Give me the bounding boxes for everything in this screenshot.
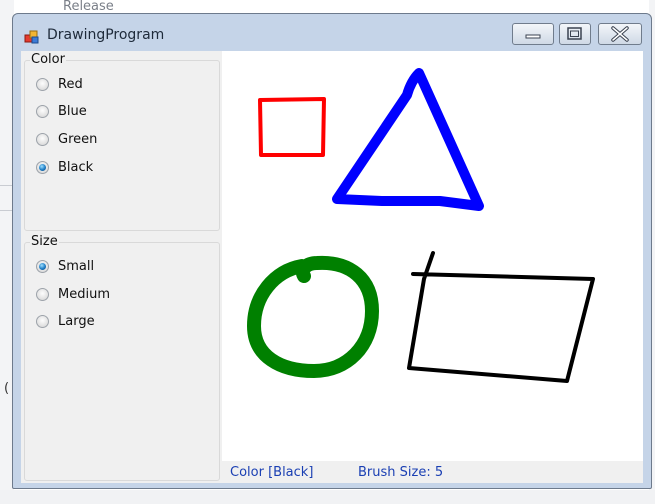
background-paren-text: ( xyxy=(4,381,10,396)
radio-button[interactable] xyxy=(36,77,49,91)
radio-label: Red xyxy=(58,76,83,92)
radio-label: Small xyxy=(58,258,95,274)
radio-small[interactable]: Small xyxy=(36,256,94,276)
radio-button[interactable] xyxy=(36,104,49,118)
radio-button[interactable] xyxy=(36,287,49,301)
drawing-program-window: DrawingProgram Color Red Blue Green Blac… xyxy=(12,13,652,489)
window-title: DrawingProgram xyxy=(47,27,165,43)
size-groupbox: Size Small Medium Large xyxy=(24,233,220,481)
radio-button-checked[interactable] xyxy=(36,259,49,273)
radio-button[interactable] xyxy=(36,314,49,328)
radio-red[interactable]: Red xyxy=(36,74,83,94)
maximize-icon xyxy=(567,27,582,40)
radio-medium[interactable]: Medium xyxy=(36,284,110,304)
client-area: Color Red Blue Green Black Size Small Me… xyxy=(21,51,643,483)
radio-label: Black xyxy=(58,159,94,175)
radio-button-checked[interactable] xyxy=(36,160,49,174)
drawing-surface xyxy=(247,68,595,383)
background-release-text: Release xyxy=(63,0,114,14)
drawing-canvas[interactable] xyxy=(222,51,643,461)
color-group-title: Color xyxy=(30,51,66,69)
black-parallelogram-stroke xyxy=(407,251,595,383)
radio-label: Green xyxy=(58,131,98,147)
red-square-stroke xyxy=(258,97,326,157)
app-icon xyxy=(24,30,39,44)
radio-black[interactable]: Black xyxy=(36,157,93,177)
radio-button[interactable] xyxy=(36,132,49,146)
radio-green[interactable]: Green xyxy=(36,129,97,149)
radio-blue[interactable]: Blue xyxy=(36,101,87,121)
radio-label: Medium xyxy=(58,286,110,302)
green-circle-stroke xyxy=(247,255,379,378)
maximize-button[interactable] xyxy=(559,23,591,45)
close-icon xyxy=(611,26,629,42)
radio-label: Blue xyxy=(58,103,87,119)
radio-large[interactable]: Large xyxy=(36,311,95,331)
minimize-button[interactable] xyxy=(512,23,554,45)
minimize-icon xyxy=(525,34,541,39)
close-button[interactable] xyxy=(598,23,642,45)
status-brush-size: Brush Size: 5 xyxy=(358,465,444,480)
status-bar: Color [Black] Brush Size: 5 xyxy=(222,461,643,483)
size-group-title: Size xyxy=(30,233,59,251)
status-color: Color [Black] xyxy=(230,465,314,480)
radio-label: Large xyxy=(58,313,95,329)
blue-triangle-stroke xyxy=(332,68,484,211)
title-bar[interactable]: DrawingProgram xyxy=(13,14,651,52)
color-groupbox: Color Red Blue Green Black xyxy=(24,51,220,231)
background-bottom xyxy=(0,490,655,504)
